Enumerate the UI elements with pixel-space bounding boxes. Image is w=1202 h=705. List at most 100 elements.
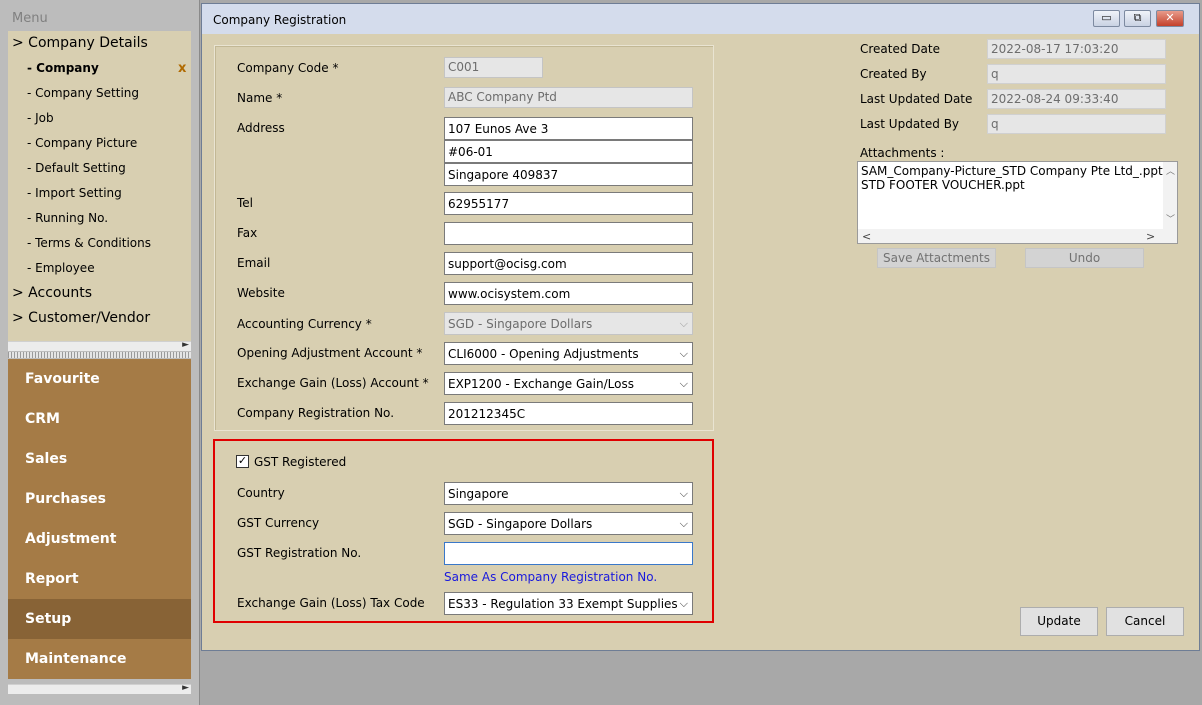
attachment-item[interactable]: SAM_Company-Picture_STD Company Pte Ltd_… [861,164,1174,178]
accounting-currency-value: SGD - Singapore Dollars [448,317,593,331]
scroll-right-icon[interactable]: > [1146,230,1155,243]
module-report[interactable]: Report [8,559,191,599]
tree-item-running-no[interactable]: - Running No. [27,211,108,225]
gst-tax-code-label: Exchange Gain (Loss) Tax Code [237,596,425,610]
tree-item-job[interactable]: - Job [27,111,54,125]
tree-item-company[interactable]: - Company [27,61,99,75]
fax-label: Fax [237,226,258,240]
tree-item-accounts[interactable]: > Accounts [12,285,92,301]
created-by-label: Created By [860,67,927,81]
attachments-vscrollbar[interactable]: ︿ ﹀ [1163,162,1177,230]
module-crm[interactable]: CRM [8,399,191,439]
email-label: Email [237,256,271,270]
opening-adjustment-label: Opening Adjustment Account * [237,346,423,360]
gst-reg-no-label: GST Registration No. [237,546,362,560]
gst-country-label: Country [237,486,285,500]
company-code-label: Company Code * [237,61,339,75]
updated-by-field: q [987,114,1166,134]
gst-reg-no-field[interactable] [444,542,693,565]
tree-item-default-setting[interactable]: - Default Setting [27,161,126,175]
gst-country-value: Singapore [448,487,509,501]
tree-item-terms-conditions[interactable]: - Terms & Conditions [27,236,151,250]
save-attachments-button: Save Attactments [877,248,996,268]
website-field[interactable]: www.ocisystem.com [444,282,693,305]
tree-item-import-setting[interactable]: - Import Setting [27,186,122,200]
scroll-up-icon[interactable]: ︿ [1166,164,1175,177]
scroll-left-icon[interactable]: < [862,230,871,243]
close-button[interactable]: ✕ [1156,10,1184,27]
update-button[interactable]: Update [1020,607,1098,636]
exchange-gain-value: EXP1200 - Exchange Gain/Loss [448,377,634,391]
workspace-background [201,652,1202,705]
chevron-down-icon[interactable]: ⌵ [680,597,688,611]
chevron-down-icon[interactable]: ⌵ [680,487,688,501]
company-registration-dialog: Company Registration ▭ ⧉ ✕ Company Code … [201,3,1200,651]
scroll-right-icon[interactable]: ► [182,683,189,693]
company-reg-no-field[interactable]: 201212345C [444,402,693,425]
accounting-currency-label: Accounting Currency * [237,317,372,331]
tree-item-company-setting[interactable]: - Company Setting [27,86,139,100]
gst-currency-label: GST Currency [237,516,320,530]
module-maintenance[interactable]: Maintenance [8,639,191,679]
tree-scrollbar[interactable]: ► [8,340,191,351]
address-line1-field[interactable]: 107 Eunos Ave 3 [444,117,693,140]
created-by-field: q [987,64,1166,84]
module-sales[interactable]: Sales [8,439,191,479]
address-line2-field[interactable]: #06-01 [444,140,693,163]
dialog-title: Company Registration [213,13,347,27]
opening-adjustment-value: CLI6000 - Opening Adjustments [448,347,639,361]
name-label: Name * [237,91,283,105]
email-field[interactable]: support@ocisg.com [444,252,693,275]
tree-item-employee[interactable]: - Employee [27,261,95,275]
tree-item-company-picture[interactable]: - Company Picture [27,136,137,150]
same-as-company-reg-link[interactable]: Same As Company Registration No. [444,570,657,584]
chevron-down-icon[interactable]: ⌵ [680,517,688,531]
fax-field[interactable] [444,222,693,245]
gst-tax-code-select[interactable]: ES33 - Regulation 33 Exempt Supplies ⌵ [444,592,693,615]
title-bar[interactable]: Company Registration ▭ ⧉ ✕ [202,4,1199,34]
restore-button[interactable]: ⧉ [1124,10,1151,27]
gst-country-select[interactable]: Singapore ⌵ [444,482,693,505]
chevron-down-icon[interactable]: ⌵ [680,377,688,391]
cancel-button[interactable]: Cancel [1106,607,1184,636]
menu-splitter[interactable] [8,352,191,358]
tree-item-company-details[interactable]: > Company Details [12,35,148,51]
attachments-list[interactable]: SAM_Company-Picture_STD Company Pte Ltd_… [857,161,1178,244]
gst-currency-value: SGD - Singapore Dollars [448,517,593,531]
chevron-down-icon: ⌵ [679,317,688,330]
attachments-hscrollbar[interactable]: < > [858,229,1177,243]
menu-title: Menu [12,11,48,26]
tel-field[interactable]: 62955177 [444,192,693,215]
menu-panel: Menu > Company Details - Company x - Com… [0,0,200,705]
attachments-label: Attachments : [860,146,945,160]
menu-tree: > Company Details - Company x - Company … [8,31,191,341]
module-purchases[interactable]: Purchases [8,479,191,519]
module-setup[interactable]: Setup [8,599,191,639]
gst-tax-code-value: ES33 - Regulation 33 Exempt Supplies [448,597,678,611]
created-date-field: 2022-08-17 17:03:20 [987,39,1166,59]
close-icon[interactable]: x [178,61,186,76]
exchange-gain-select[interactable]: EXP1200 - Exchange Gain/Loss ⌵ [444,372,693,395]
updated-by-label: Last Updated By [860,117,960,131]
gst-registered-checkbox[interactable]: ✓ [236,455,249,468]
created-date-label: Created Date [860,42,940,56]
attachment-item[interactable]: STD FOOTER VOUCHER.ppt [861,178,1174,192]
name-field: ABC Company Ptd [444,87,693,108]
gst-registered-label[interactable]: GST Registered [254,455,346,469]
minimize-button[interactable]: ▭ [1093,10,1120,27]
module-favourite[interactable]: Favourite [8,359,191,399]
scroll-right-icon[interactable]: ► [182,340,189,350]
address-line3-field[interactable]: Singapore 409837 [444,163,693,186]
gst-currency-select[interactable]: SGD - Singapore Dollars ⌵ [444,512,693,535]
module-adjustment[interactable]: Adjustment [8,519,191,559]
module-scrollbar[interactable]: ► [8,683,191,694]
website-label: Website [237,286,285,300]
updated-date-field: 2022-08-24 09:33:40 [987,89,1166,109]
company-code-field: C001 [444,57,543,78]
chevron-down-icon[interactable]: ⌵ [680,347,688,361]
tree-item-customer-vendor[interactable]: > Customer/Vendor [12,310,150,326]
updated-date-label: Last Updated Date [860,92,973,106]
address-label: Address [237,121,285,135]
opening-adjustment-select[interactable]: CLI6000 - Opening Adjustments ⌵ [444,342,693,365]
scroll-down-icon[interactable]: ﹀ [1166,212,1175,225]
